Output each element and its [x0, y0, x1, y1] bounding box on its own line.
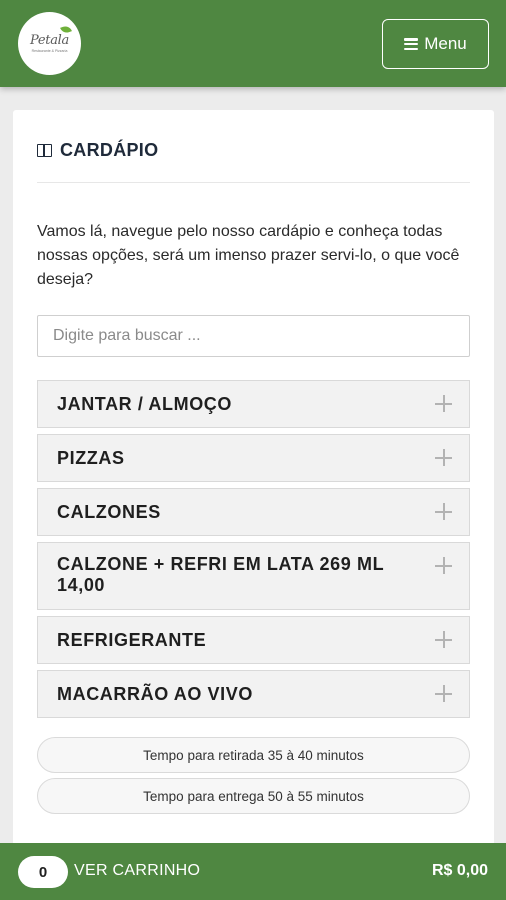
- category-label: MACARRÃO AO VIVO: [57, 683, 253, 704]
- category-label: PIZZAS: [57, 447, 125, 468]
- expand-plus-icon[interactable]: [435, 503, 452, 520]
- category-pizzas[interactable]: PIZZAS: [37, 434, 470, 482]
- pickup-time-badge: Tempo para retirada 35 à 40 minutos: [37, 737, 470, 773]
- view-cart-label: VER CARRINHO: [74, 862, 201, 879]
- view-cart-bar[interactable]: 0 VER CARRINHO R$ 0,00: [0, 843, 506, 900]
- category-label: CALZONES: [57, 501, 161, 522]
- page-title: CARDÁPIO: [60, 140, 159, 160]
- top-bar: Petala Restaurante & Pizzaria Menu: [0, 0, 506, 87]
- brand-logo[interactable]: Petala Restaurante & Pizzaria: [18, 12, 81, 75]
- menu-button-label: Menu: [424, 34, 467, 53]
- category-calzones[interactable]: CALZONES: [37, 488, 470, 536]
- menu-button[interactable]: Menu: [382, 19, 489, 69]
- hamburger-icon: [404, 38, 419, 50]
- logo-text: Petala: [30, 33, 69, 48]
- expand-plus-icon[interactable]: [435, 449, 452, 466]
- divider: [37, 182, 470, 183]
- expand-plus-icon[interactable]: [435, 395, 452, 412]
- category-label: JANTAR / ALMOÇO: [57, 393, 232, 414]
- category-jantar-almoco[interactable]: JANTAR / ALMOÇO: [37, 380, 470, 428]
- category-list: JANTAR / ALMOÇO PIZZAS CALZONES CALZONE …: [37, 380, 470, 724]
- category-calzone-refri[interactable]: CALZONE + REFRI EM LATA 269 ML 14,00: [37, 542, 470, 610]
- category-macarrao-ao-vivo[interactable]: MACARRÃO AO VIVO: [37, 670, 470, 718]
- category-label: CALZONE + REFRI EM LATA 269 ML 14,00: [57, 554, 384, 595]
- section-header: CARDÁPIO: [37, 140, 158, 161]
- delivery-time-badge: Tempo para entrega 50 à 55 minutos: [37, 778, 470, 814]
- expand-plus-icon[interactable]: [435, 685, 452, 702]
- cart-total: R$ 0,00: [431, 862, 488, 879]
- intro-text: Vamos lá, navegue pelo nosso cardápio e …: [37, 223, 460, 288]
- cart-count-badge: 0: [18, 856, 68, 888]
- expand-plus-icon[interactable]: [435, 631, 452, 648]
- book-icon: [37, 144, 52, 157]
- search-input[interactable]: [37, 315, 470, 357]
- expand-plus-icon[interactable]: [435, 557, 452, 574]
- menu-card: CARDÁPIO Vamos lá, navegue pelo nosso ca…: [13, 110, 494, 845]
- category-label: REFRIGERANTE: [57, 629, 207, 650]
- logo-subtext: Restaurante & Pizzaria: [31, 49, 68, 53]
- category-refrigerante[interactable]: REFRIGERANTE: [37, 616, 470, 664]
